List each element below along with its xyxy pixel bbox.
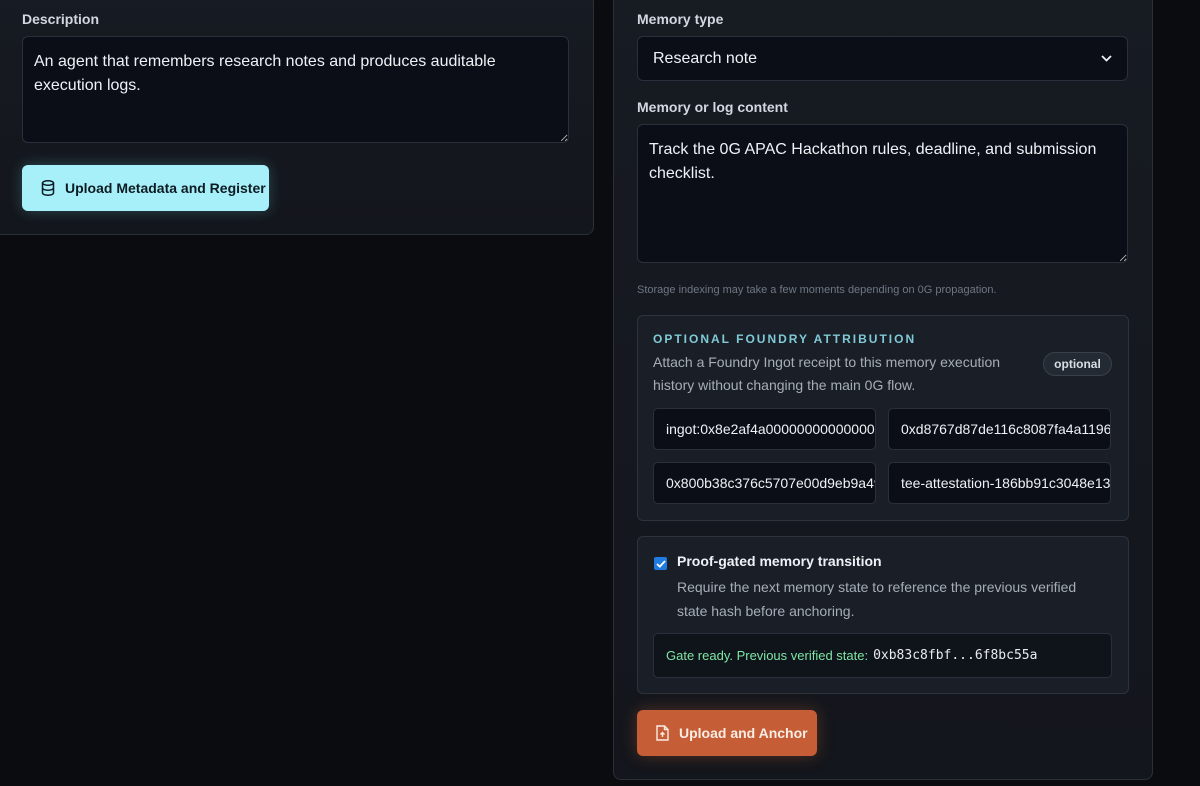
ingot-id-input[interactable]: ingot:0x8e2af4a000000000000000 bbox=[653, 408, 876, 450]
memory-type-selected-value: Research note bbox=[653, 49, 758, 67]
description-textarea[interactable]: An agent that remembers research notes a… bbox=[22, 36, 569, 143]
memory-type-select[interactable]: Research note bbox=[637, 36, 1128, 81]
proof-gate-checkbox[interactable] bbox=[654, 557, 667, 570]
foundry-attribution-title: OPTIONAL FOUNDRY ATTRIBUTION bbox=[653, 332, 917, 346]
chevron-down-icon bbox=[1101, 55, 1112, 62]
memory-content-textarea[interactable]: Track the 0G APAC Hackathon rules, deadl… bbox=[637, 124, 1128, 263]
optional-badge: optional bbox=[1043, 352, 1112, 376]
file-upload-icon bbox=[656, 725, 669, 741]
proof-gate-description: Require the next memory state to referen… bbox=[677, 579, 1077, 619]
description-label: Description bbox=[22, 11, 100, 27]
gate-status-box: Gate ready. Previous verified state: 0xb… bbox=[653, 633, 1112, 678]
upload-metadata-register-button[interactable]: Upload Metadata and Register bbox=[22, 165, 269, 211]
memory-type-label: Memory type bbox=[637, 11, 724, 27]
proof-gate-title: Proof-gated memory transition bbox=[677, 553, 882, 569]
foundry-attribution-description: Attach a Foundry Ingot receipt to this m… bbox=[653, 354, 1001, 393]
gate-status-text: Gate ready. Previous verified state: bbox=[666, 648, 869, 663]
database-icon bbox=[41, 180, 55, 196]
receipt-address-input[interactable]: 0xd8767d87de116c8087fa4a1196 bbox=[888, 408, 1111, 450]
upload-and-anchor-label: Upload and Anchor bbox=[679, 725, 808, 741]
upload-and-anchor-button[interactable]: Upload and Anchor bbox=[637, 710, 817, 756]
memory-content-label: Memory or log content bbox=[637, 99, 788, 115]
receipt-hash-input[interactable]: 0x800b38c376c5707e00d9eb9a49 bbox=[653, 462, 876, 504]
storage-hint: Storage indexing may take a few moments … bbox=[637, 284, 997, 296]
upload-metadata-register-label: Upload Metadata and Register bbox=[65, 180, 266, 196]
gate-status-hash: 0xb83c8fbf...6f8bc55a bbox=[873, 648, 1038, 663]
tee-attestation-input[interactable]: tee-attestation-186bb91c3048e13 bbox=[888, 462, 1111, 504]
